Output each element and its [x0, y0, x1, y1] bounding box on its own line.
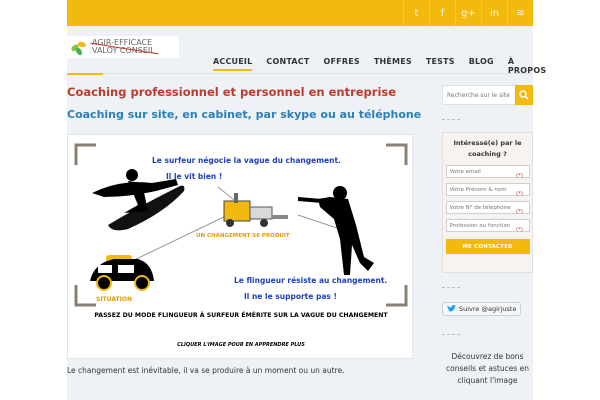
- main-nav: ACCUEIL CONTACT OFFRES THÈMES TESTS BLOG…: [213, 57, 560, 75]
- shooter-icon: [298, 186, 374, 275]
- sidebar-separator: [442, 119, 460, 120]
- taxi-icon: [90, 255, 154, 291]
- nav-item-accueil[interactable]: ACCUEIL: [213, 57, 253, 73]
- promo-line-1: Découvrez de bons: [451, 352, 524, 361]
- nav-item-tests[interactable]: TESTS: [426, 57, 455, 73]
- site-search: [442, 85, 533, 105]
- form-field-name-wrap: (*): [443, 183, 532, 197]
- search-icon: [519, 90, 529, 100]
- change-label: UN CHANGEMENT SE PRODUIT: [196, 233, 290, 239]
- figure-cta[interactable]: CLIQUER L'IMAGE POUR EN APPRENDRE PLUS: [177, 342, 305, 348]
- twitter-follow-button[interactable]: Suivre @agirjuste: [442, 302, 522, 316]
- form-field-email-wrap: (*): [443, 165, 532, 179]
- form-title-line-2: coaching ?: [468, 150, 507, 158]
- illustration-svg: Le surfeur négocie la vague du changemen…: [74, 143, 408, 348]
- logo-text: AGIR-EFFICACE VALOY CONSEIL: [92, 39, 155, 55]
- required-marker: (*): [515, 191, 523, 197]
- sidebar-separator: [442, 334, 460, 335]
- promo-line-3: cliquant l'image: [457, 376, 518, 385]
- linkedin-icon[interactable]: in: [481, 0, 507, 26]
- nav-item-blog[interactable]: BLOG: [469, 57, 494, 73]
- form-title: Intéressé(e) par le coaching ?: [443, 138, 532, 160]
- promo-text: Découvrez de bons conseils et astuces en…: [442, 351, 533, 387]
- logo-leaf-icon: [69, 39, 89, 57]
- search-button[interactable]: [515, 85, 533, 105]
- nav-item-offres[interactable]: OFFRES: [324, 57, 360, 73]
- figure-banner: PASSEZ DU MODE FLINGUEUR À SURFEUR ÉMÉRI…: [94, 310, 388, 319]
- page-wrapper: t f g+ in ≋ AGIR-EFFICACE VALOY CONSEIL …: [67, 0, 546, 400]
- situation-label: SITUATION: [96, 296, 132, 303]
- contact-form: Intéressé(e) par le coaching ? (*) (*) (…: [442, 132, 533, 273]
- form-title-line-1: Intéressé(e) par le: [453, 139, 522, 147]
- twitter-bird-icon: [447, 305, 456, 312]
- logo-underline: [67, 73, 103, 75]
- contact-me-button[interactable]: ME CONTACTER: [445, 239, 530, 254]
- intro-text: Le changement est inévitable, il va se p…: [67, 366, 345, 375]
- shooter-caption-2: Il ne le supporte pas !: [244, 292, 337, 301]
- nav-divider: [67, 73, 533, 74]
- forklift-icon: [223, 193, 288, 227]
- form-field-phone-wrap: (*): [443, 201, 532, 215]
- surfer-caption-2: Il le vit bien !: [166, 172, 222, 181]
- twitter-icon[interactable]: t: [403, 0, 429, 26]
- surfer-caption-1: Le surfeur négocie la vague du changemen…: [152, 156, 341, 165]
- logo-line-2: VALOY CONSEIL: [92, 46, 155, 55]
- required-marker: (*): [515, 209, 523, 215]
- shooter-caption-1: Le flingueur résiste au changement.: [234, 276, 387, 285]
- required-marker: (*): [515, 173, 523, 179]
- nav-item-contact[interactable]: CONTACT: [266, 57, 309, 73]
- required-marker: (*): [515, 227, 523, 233]
- site-logo[interactable]: AGIR-EFFICACE VALOY CONSEIL: [67, 36, 179, 58]
- coaching-illustration[interactable]: Le surfeur négocie la vague du changemen…: [67, 134, 413, 359]
- nav-item-a-propos[interactable]: À PROPOS: [508, 57, 546, 75]
- sidebar-separator: [442, 287, 460, 288]
- search-input[interactable]: [442, 85, 515, 105]
- promo-line-2: conseils et astuces en: [446, 364, 529, 373]
- facebook-icon[interactable]: f: [429, 0, 455, 26]
- page-title: Coaching professionnel et personnel en e…: [67, 85, 397, 99]
- follow-label: Suivre @agirjuste: [459, 305, 517, 313]
- nav-item-themes[interactable]: THÈMES: [374, 57, 412, 73]
- social-links: t f g+ in ≋: [403, 0, 533, 26]
- rss-icon[interactable]: ≋: [507, 0, 533, 26]
- form-field-profession-wrap: (*): [443, 219, 532, 233]
- google-plus-icon[interactable]: g+: [455, 0, 481, 26]
- page-subtitle: Coaching sur site, en cabinet, par skype…: [67, 108, 422, 121]
- top-bar: t f g+ in ≋: [67, 0, 533, 26]
